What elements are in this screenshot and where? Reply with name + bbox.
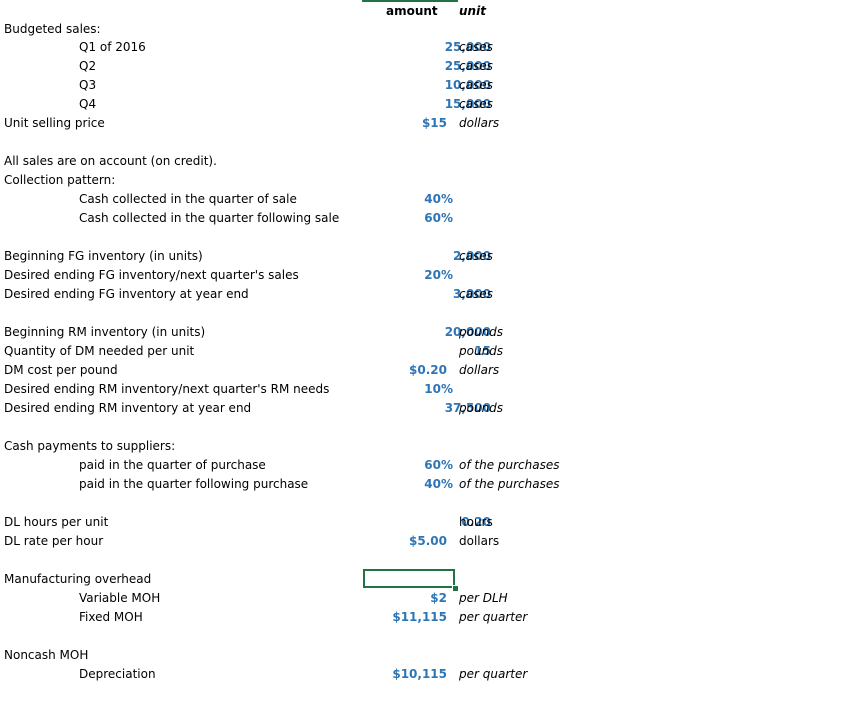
unit-unit-selling-price[interactable]: dollars [459,114,499,133]
label-variable-moh[interactable]: Variable MOH [79,589,160,608]
label-collection-pattern[interactable]: Collection pattern: [4,171,115,190]
label-paid-quarter-of-purchase[interactable]: paid in the quarter of purchase [79,456,266,475]
unit-beginning-rm-inventory[interactable]: pounds [459,323,503,342]
unit-dm-cost-per-pound[interactable]: dollars [459,361,499,380]
value-collected-quarter-of-sale[interactable]: 40% [363,190,453,209]
unit-q3[interactable]: cases [459,76,493,95]
unit-beginning-fg-inventory[interactable]: cases [459,247,493,266]
label-beginning-fg-inventory[interactable]: Beginning FG inventory (in units) [4,247,203,266]
unit-variable-moh[interactable]: per DLH [459,589,508,608]
header-unit[interactable]: unit [459,4,486,18]
unit-q2[interactable]: cases [459,57,493,76]
label-q1[interactable]: Q1 of 2016 [79,38,146,57]
label-desired-ending-rm-year-end[interactable]: Desired ending RM inventory at year end [4,399,251,418]
label-depreciation[interactable]: Depreciation [79,665,156,684]
unit-fixed-moh[interactable]: per quarter [459,608,527,627]
unit-dm-quantity-per-unit[interactable]: pounds [459,342,503,361]
selected-cell[interactable] [363,569,455,588]
label-collected-following-quarter[interactable]: Cash collected in the quarter following … [79,209,339,228]
value-paid-following-quarter[interactable]: 40% [363,475,453,494]
unit-dl-hours-per-unit[interactable]: hours [459,513,493,532]
header-top-border [362,0,458,2]
label-dl-hours-per-unit[interactable]: DL hours per unit [4,513,108,532]
label-dl-rate-per-hour[interactable]: DL rate per hour [4,532,103,551]
label-dm-quantity-per-unit[interactable]: Quantity of DM needed per unit [4,342,194,361]
label-collected-quarter-of-sale[interactable]: Cash collected in the quarter of sale [79,190,297,209]
value-depreciation[interactable]: $10,115 [357,665,447,684]
value-fixed-moh[interactable]: $11,115 [357,608,447,627]
label-dm-cost-per-pound[interactable]: DM cost per pound [4,361,118,380]
value-collected-following-quarter[interactable]: 60% [363,209,453,228]
unit-paid-following-quarter[interactable]: of the purchases [459,475,560,494]
label-cash-payments-suppliers[interactable]: Cash payments to suppliers: [4,437,175,456]
value-desired-ending-rm-pct[interactable]: 10% [363,380,453,399]
unit-paid-quarter-of-purchase[interactable]: of the purchases [459,456,560,475]
label-paid-following-quarter[interactable]: paid in the quarter following purchase [79,475,308,494]
label-budgeted-sales[interactable]: Budgeted sales: [4,20,101,39]
unit-desired-ending-fg-year-end[interactable]: cases [459,285,493,304]
value-dl-rate-per-hour[interactable]: $5.00 [357,532,447,551]
value-dm-cost-per-pound[interactable]: $0.20 [357,361,447,380]
unit-depreciation[interactable]: per quarter [459,665,527,684]
label-q2[interactable]: Q2 [79,57,96,76]
label-desired-ending-fg-year-end[interactable]: Desired ending FG inventory at year end [4,285,249,304]
value-unit-selling-price[interactable]: $15 [357,114,447,133]
label-noncash-moh[interactable]: Noncash MOH [4,646,88,665]
value-paid-quarter-of-purchase[interactable]: 60% [363,456,453,475]
fill-handle[interactable] [452,585,459,592]
label-q4[interactable]: Q4 [79,95,96,114]
label-desired-ending-fg-pct[interactable]: Desired ending FG inventory/next quarter… [4,266,299,285]
label-credit-sales[interactable]: All sales are on account (on credit). [4,152,217,171]
label-q3[interactable]: Q3 [79,76,96,95]
label-manufacturing-overhead[interactable]: Manufacturing overhead [4,570,151,589]
label-beginning-rm-inventory[interactable]: Beginning RM inventory (in units) [4,323,205,342]
unit-dl-rate-per-hour[interactable]: dollars [459,532,499,551]
label-fixed-moh[interactable]: Fixed MOH [79,608,143,627]
unit-q4[interactable]: cases [459,95,493,114]
unit-q1[interactable]: cases [459,38,493,57]
unit-desired-ending-rm-year-end[interactable]: pounds [459,399,503,418]
value-desired-ending-fg-pct[interactable]: 20% [363,266,453,285]
header-amount[interactable]: amount [386,4,438,18]
value-variable-moh[interactable]: $2 [357,589,447,608]
label-unit-selling-price[interactable]: Unit selling price [4,114,105,133]
label-desired-ending-rm-pct[interactable]: Desired ending RM inventory/next quarter… [4,380,329,399]
